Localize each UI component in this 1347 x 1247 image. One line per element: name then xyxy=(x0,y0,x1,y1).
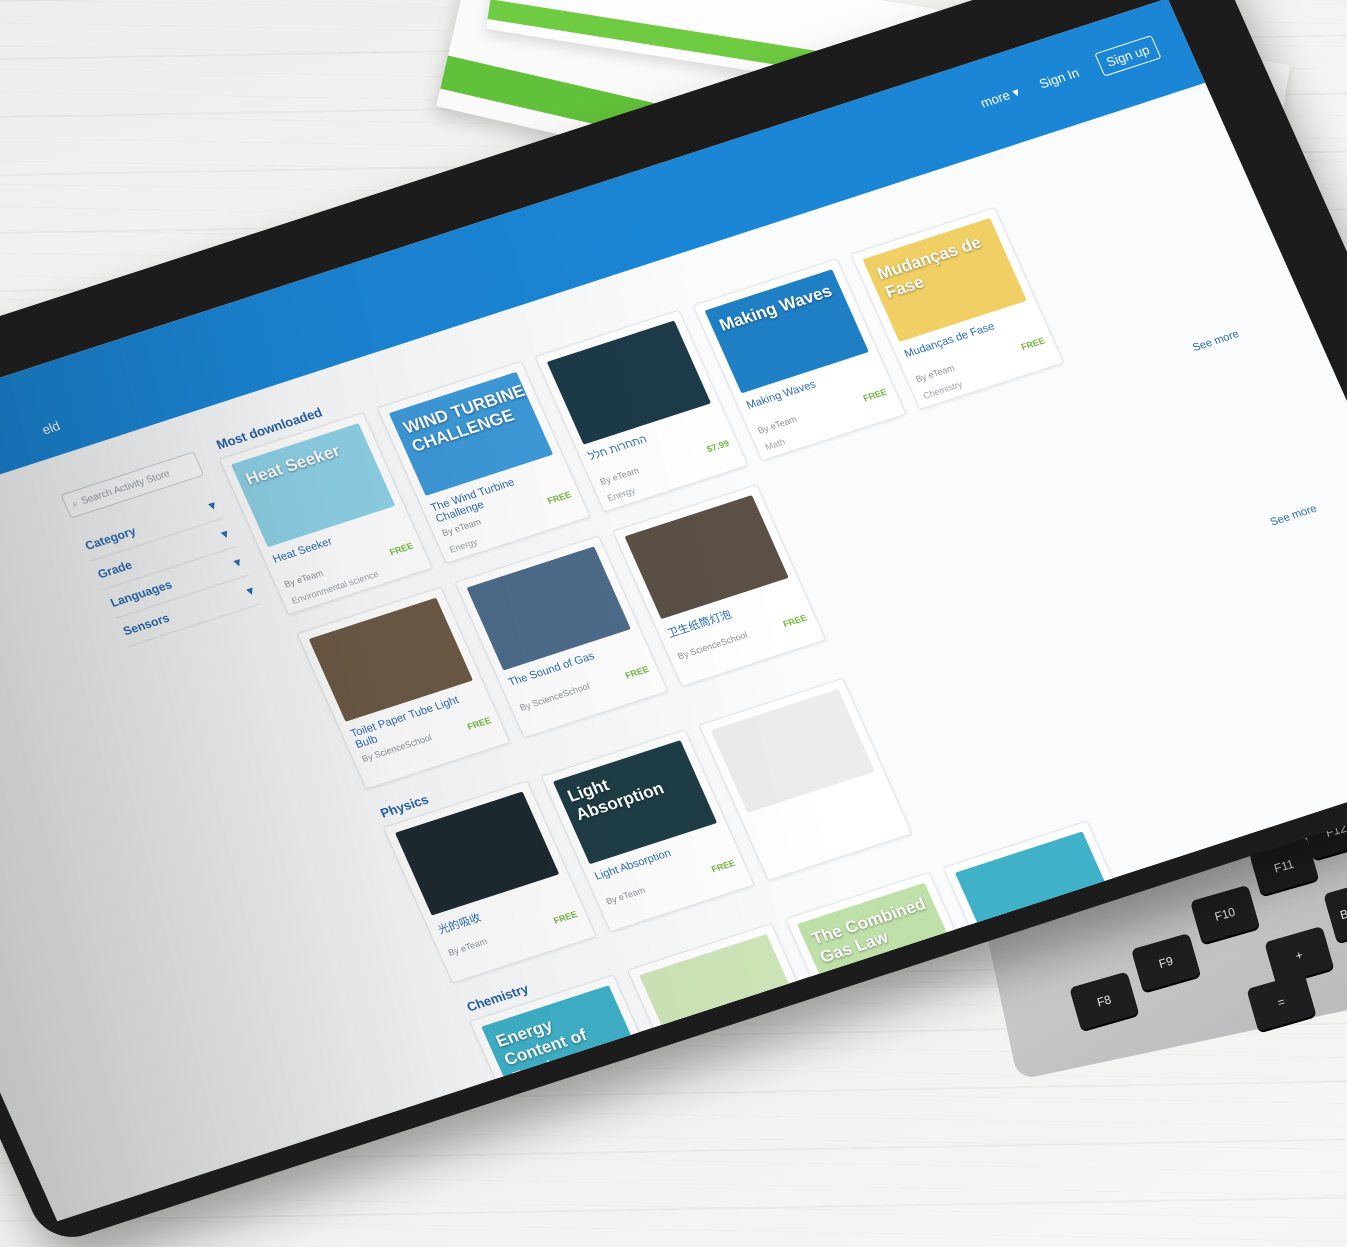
chevron-down-icon: ▾ xyxy=(206,497,218,513)
chevron-down-icon: ▾ xyxy=(244,583,256,599)
activity-tag: Energy xyxy=(447,536,480,555)
search-placeholder: Search Activity Store xyxy=(79,467,172,507)
activity-price: FREE xyxy=(387,540,415,558)
signin-link[interactable]: Sign In xyxy=(1037,65,1082,91)
activity-price: FREE xyxy=(551,909,579,926)
thumbnail-text: Making Waves xyxy=(716,281,835,335)
activity-tag: Energy xyxy=(605,485,637,504)
filter-label: Sensors xyxy=(120,610,172,639)
chevron-down-icon: ▾ xyxy=(219,526,231,542)
filter-label: Grade xyxy=(95,557,135,582)
filter-list: Category ▾ Grade ▾ Languages ▾ Sensors ▾ xyxy=(77,490,262,648)
brand-text: eld xyxy=(39,418,63,438)
thumbnail-text: WIND TURBINE CHALLENGE xyxy=(400,381,528,456)
more-menu[interactable]: more ▾ xyxy=(978,84,1022,111)
chevron-down-icon: ▾ xyxy=(231,554,244,570)
activity-price: FREE xyxy=(465,715,493,732)
activity-author: By eTeam xyxy=(848,1027,891,1050)
signup-button[interactable]: Sign up xyxy=(1094,35,1162,77)
activity-price: FREE xyxy=(545,489,573,507)
activity-price: FREE xyxy=(781,612,809,630)
activity-author: By eTeam xyxy=(690,1078,733,1101)
laptop: eld more ▾ Sign In Sign up ⌕ Search Acti… xyxy=(0,0,1347,1247)
activity-tag: Math xyxy=(763,436,787,453)
activity-price: FREE xyxy=(1019,335,1047,353)
activity-author: By eTeam xyxy=(532,1130,576,1152)
search-icon: ⌕ xyxy=(70,497,81,510)
activity-price: FREE xyxy=(623,663,651,681)
activity-price: FREE xyxy=(709,857,737,875)
activity-tag: Chemistry xyxy=(921,379,965,401)
thumbnail-text: Mudanças de Fase xyxy=(874,232,985,302)
thumbnail-text: Light Absorption xyxy=(564,775,667,825)
activity-price: FREE xyxy=(861,386,889,404)
thumbnail-text: Heat Seeker xyxy=(242,441,344,489)
